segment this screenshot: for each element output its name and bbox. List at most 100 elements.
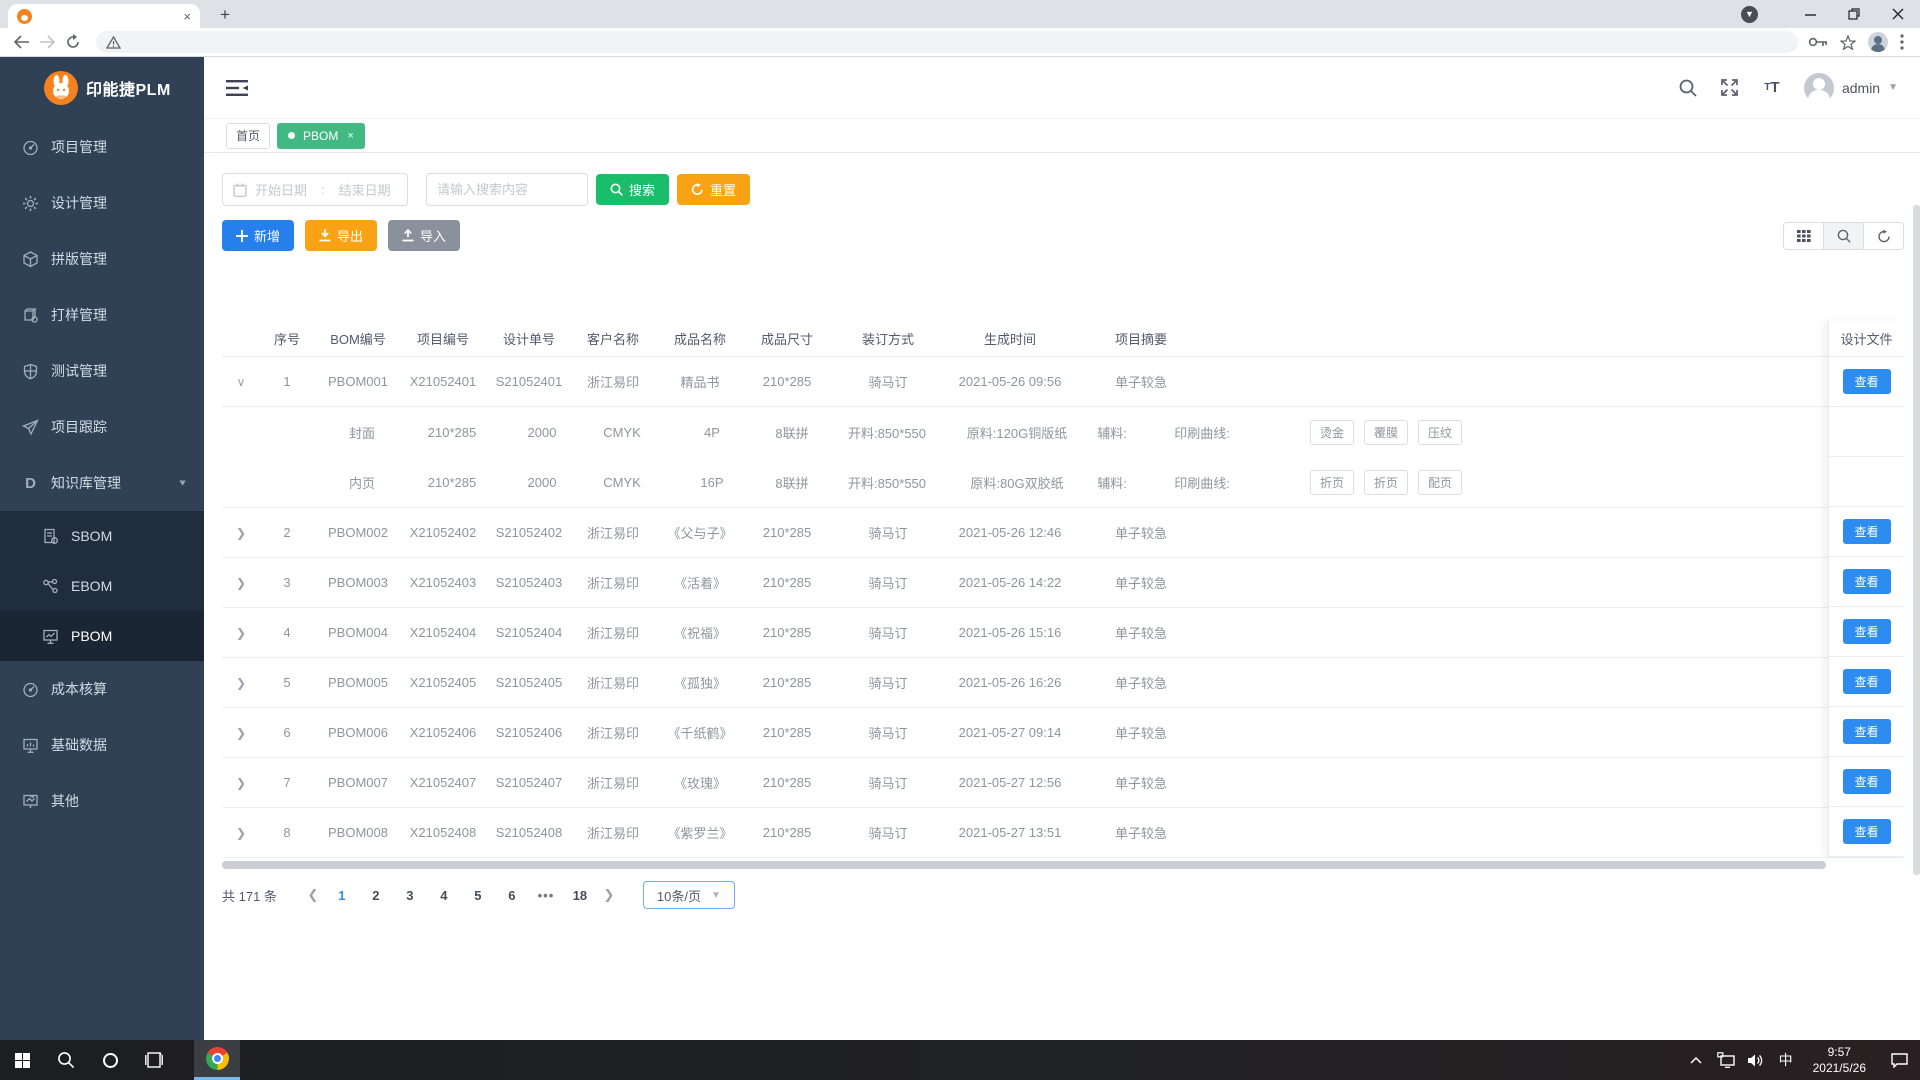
date-range-input[interactable]: 开始日期 : 结束日期: [222, 173, 408, 206]
process-tag[interactable]: 折页: [1364, 469, 1409, 495]
page-number-6[interactable]: 6: [500, 888, 524, 903]
sidebar-item-EBOM[interactable]: EBOM: [0, 561, 204, 611]
gear-icon: [22, 195, 39, 212]
table-row: ❯ 7 PBOM007 X21052407 S21052407 浙江易印 《玫瑰》 210*2…: [222, 758, 1904, 808]
view-button[interactable]: 查看: [1842, 669, 1891, 694]
process-tag[interactable]: 配页: [1418, 469, 1463, 495]
header-search-icon[interactable]: [1678, 78, 1698, 98]
search-input[interactable]: [426, 173, 588, 206]
next-page-icon[interactable]: ❯: [597, 887, 621, 903]
network-icon[interactable]: [1711, 1040, 1741, 1080]
reload-icon[interactable]: [60, 29, 86, 55]
view-button[interactable]: 查看: [1842, 769, 1891, 794]
process-tag[interactable]: 压纹: [1418, 419, 1463, 445]
collapse-row-icon[interactable]: ∨: [237, 375, 246, 389]
expanded-detail-block: 封面 210*285 2000 CMYK 4P 8联拼 开料:850*550 原料:120G铜…: [222, 407, 1904, 508]
table-search-button[interactable]: [1823, 221, 1864, 250]
expand-row-icon[interactable]: ❯: [236, 776, 246, 790]
page-number-18[interactable]: 18: [568, 888, 592, 903]
sidebar-item-基础数据[interactable]: 基础数据: [0, 717, 204, 773]
back-icon[interactable]: [8, 29, 34, 55]
page-number-2[interactable]: 2: [364, 888, 388, 903]
ime-indicator[interactable]: 中: [1771, 1050, 1801, 1070]
add-button[interactable]: 新增: [222, 220, 295, 251]
export-button[interactable]: 导出: [305, 220, 378, 251]
collapse-sidebar-icon[interactable]: [226, 79, 248, 97]
page-number-3[interactable]: 3: [398, 888, 422, 903]
expand-row-icon[interactable]: ❯: [236, 526, 246, 540]
page-size-select[interactable]: 10条/页 ▼: [642, 881, 735, 909]
view-button[interactable]: 查看: [1842, 619, 1891, 644]
view-button[interactable]: 查看: [1842, 719, 1891, 744]
cortana-icon[interactable]: [88, 1040, 132, 1080]
forward-icon[interactable]: [34, 29, 60, 55]
view-button[interactable]: 查看: [1842, 569, 1891, 594]
horizontal-scrollbar-thumb[interactable]: [222, 861, 1826, 869]
fullscreen-icon[interactable]: [1720, 78, 1740, 98]
page-number-4[interactable]: 4: [432, 888, 456, 903]
page-tab-PBOM[interactable]: PBOM ×: [277, 122, 365, 149]
sidebar-item-项目跟踪[interactable]: 项目跟踪: [0, 399, 204, 455]
view-button[interactable]: 查看: [1842, 519, 1891, 544]
minimize-button[interactable]: [1788, 0, 1832, 28]
prev-page-icon[interactable]: ❮: [301, 887, 325, 903]
restore-button[interactable]: [1832, 0, 1876, 28]
chrome-taskbar-button[interactable]: [194, 1040, 240, 1080]
action-center-icon[interactable]: [1878, 1040, 1920, 1080]
page-tab-首页[interactable]: 首页: [226, 122, 271, 149]
sidebar-item-拼版管理[interactable]: 拼版管理: [0, 231, 204, 287]
user-menu[interactable]: admin ▼: [1803, 72, 1898, 103]
taskbar-clock[interactable]: 9:57 2021/5/26: [1801, 1044, 1878, 1076]
cell-no: 8: [283, 825, 291, 840]
volume-icon[interactable]: [1741, 1040, 1771, 1080]
expand-row-icon[interactable]: ❯: [236, 726, 246, 740]
password-key-icon[interactable]: [1808, 36, 1828, 48]
page-number-1[interactable]: 1: [330, 888, 354, 903]
column-settings-button[interactable]: [1783, 221, 1824, 250]
page-number-5[interactable]: 5: [466, 888, 490, 903]
font-size-icon[interactable]: TT: [1762, 78, 1782, 98]
expand-row-icon[interactable]: ❯: [236, 626, 246, 640]
reset-button[interactable]: 重置: [677, 174, 751, 205]
tray-expand-icon[interactable]: [1681, 1040, 1711, 1080]
view-button[interactable]: 查看: [1842, 369, 1891, 394]
cell-product: 《孤独》: [673, 676, 726, 691]
url-omnibox[interactable]: [96, 31, 1798, 53]
new-tab-button[interactable]: +: [212, 4, 238, 26]
start-button[interactable]: [0, 1040, 44, 1080]
chart-icon: [22, 793, 39, 810]
search-button[interactable]: 搜索: [596, 174, 670, 205]
browser-menu-icon[interactable]: [1900, 34, 1904, 50]
view-button[interactable]: 查看: [1842, 819, 1891, 844]
sidebar-item-SBOM[interactable]: SBOM: [0, 511, 204, 561]
taskbar-search-icon[interactable]: [44, 1040, 88, 1080]
sidebar-item-打样管理[interactable]: 打样管理: [0, 287, 204, 343]
browser-profile-avatar[interactable]: [1868, 32, 1888, 52]
expand-row-icon[interactable]: ❯: [236, 576, 246, 590]
vertical-scrollbar[interactable]: [1913, 205, 1920, 875]
tab-close-icon[interactable]: ×: [347, 130, 353, 142]
sidebar-item-测试管理[interactable]: 测试管理: [0, 343, 204, 399]
process-tag[interactable]: 覆膜: [1364, 419, 1409, 445]
page-ellipsis[interactable]: •••: [534, 888, 558, 903]
browser-tab[interactable]: ×: [8, 4, 200, 28]
close-window-button[interactable]: [1876, 0, 1920, 28]
sidebar-item-PBOM[interactable]: PBOM: [0, 611, 204, 661]
sidebar-item-项目管理[interactable]: 项目管理: [0, 119, 204, 175]
table-refresh-button[interactable]: [1863, 221, 1904, 250]
bookmark-star-icon[interactable]: [1840, 34, 1856, 50]
expand-row-icon[interactable]: ❯: [236, 826, 246, 840]
tab-search-icon[interactable]: ▼: [1741, 5, 1758, 23]
process-tag[interactable]: 折页: [1310, 469, 1355, 495]
process-tag[interactable]: 烫金: [1310, 419, 1355, 445]
sidebar-item-成本核算[interactable]: 成本核算: [0, 661, 204, 717]
sidebar-item-其他[interactable]: 其他: [0, 773, 204, 829]
doc-icon: [42, 528, 59, 545]
sidebar-item-设计管理[interactable]: 设计管理: [0, 175, 204, 231]
task-view-icon[interactable]: [132, 1040, 176, 1080]
horizontal-scrollbar[interactable]: [222, 861, 1904, 869]
import-button[interactable]: 导入: [388, 220, 461, 251]
tab-close-icon[interactable]: ×: [183, 10, 191, 23]
expand-row-icon[interactable]: ❯: [236, 676, 246, 690]
sidebar-item-知识库管理[interactable]: D 知识库管理 ▼: [0, 455, 204, 511]
